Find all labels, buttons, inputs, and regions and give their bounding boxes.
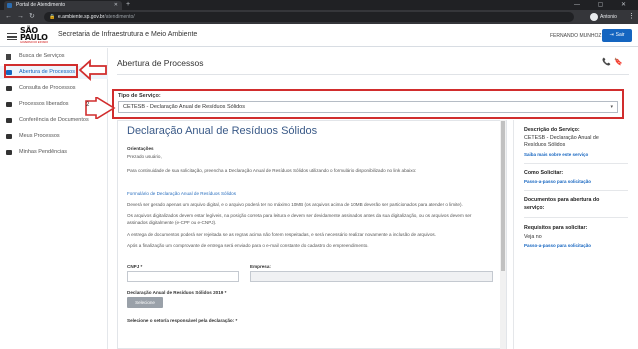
- setor-label: Selecione o setor/a responsável pela dec…: [127, 318, 238, 323]
- app-title: Secretaria de Infraestrutura e Meio Ambi…: [58, 31, 198, 38]
- divider: [524, 163, 628, 164]
- passo-a-passo-link[interactable]: Passo-a-passo para solicitação: [524, 179, 591, 184]
- cnpj-input[interactable]: [127, 271, 239, 282]
- sidebar-item-label: Minhas Pendências: [19, 149, 68, 155]
- browser-toolbar: ← → ↻ 🔒 e.ambiente.sp.gov.br/atendimento…: [0, 10, 638, 24]
- folder-icon: [6, 134, 12, 139]
- app-header: SÃO PAULO GOVERNO DO ESTADO Secretaria d…: [0, 24, 638, 47]
- prezado-text: Prezado usuário,: [127, 154, 162, 159]
- descricao-text: CETESB - Declaração Anual de: [524, 135, 599, 141]
- sidebar-item-meus-processos[interactable]: Meus Processos: [0, 130, 108, 143]
- annotation-highlight-box: [4, 64, 78, 78]
- profile-avatar-icon[interactable]: [590, 13, 598, 21]
- back-icon[interactable]: ←: [5, 11, 12, 23]
- sao-paulo-logo: SÃO PAULO GOVERNO DO ESTADO: [20, 26, 49, 45]
- selecione-file-button[interactable]: Selecione: [127, 297, 163, 308]
- lock-icon: 🔒: [49, 14, 56, 20]
- annotation-arrow-icon: [85, 97, 116, 119]
- logout-icon: ⇥: [609, 32, 614, 38]
- logout-button[interactable]: ⇥ Sair: [602, 29, 632, 42]
- instruction-text: Para continuidade de sua solicitação, pr…: [127, 168, 417, 173]
- empresa-field: [250, 271, 493, 282]
- folder-icon: [6, 118, 12, 123]
- requisitos-title: Requisitos para solicitar:: [524, 225, 588, 231]
- tipo-servico-value: CETESB - Declaração Anual de Resíduos Só…: [123, 104, 245, 110]
- browser-tab-bar: Portal de Atendimento ✕ + — ▢ ✕: [0, 0, 638, 10]
- form-heading: Declaração Anual de Resíduos Sólidos: [127, 125, 318, 137]
- document-icon: [6, 53, 11, 60]
- divider: [117, 74, 629, 75]
- annotation-arrow-icon: [78, 58, 107, 82]
- reload-icon[interactable]: ↻: [29, 11, 35, 23]
- sidebar: Busca de Serviços Abertura de Processos …: [0, 48, 108, 349]
- declaracao-label: Declaração Anual de Resíduos Sólidos 201…: [127, 290, 227, 295]
- rule-text: Os arquivos digitalizados devem estar le…: [127, 213, 472, 218]
- chevron-down-icon: ▾: [610, 104, 613, 110]
- address-bar[interactable]: 🔒 e.ambiente.sp.gov.br/atendimento/: [44, 12, 574, 22]
- orientacoes-heading: Orientações: [127, 146, 154, 151]
- user-name: FERNANDO MUNHOZ: [550, 33, 602, 39]
- hamburger-menu-icon[interactable]: [7, 33, 17, 40]
- sidebar-item-label: Processos liberados: [19, 101, 69, 107]
- passo-a-passo-link[interactable]: Passo-a-passo para solicitação: [524, 243, 591, 248]
- url-path: /atendimento/: [104, 14, 135, 20]
- rule-text: Após a finalização um comprovante de ent…: [127, 243, 369, 248]
- sidebar-item-label: Conferência de Documentos: [19, 117, 89, 123]
- browser-menu-icon[interactable]: ⋮: [628, 11, 635, 23]
- phone-icon[interactable]: 📞: [602, 58, 611, 66]
- rule-text: A entrega de documentos poderá ser rejei…: [127, 232, 436, 237]
- sidebar-item-consulta-processos[interactable]: Consulta de Processos: [0, 82, 108, 95]
- descricao-title: Descrição do Serviço:: [524, 127, 580, 133]
- profile-name[interactable]: Antonio: [600, 12, 617, 22]
- empresa-label: Empresa:: [250, 264, 271, 269]
- folder-icon: [6, 150, 12, 155]
- requisitos-text: Veja no: [524, 234, 542, 240]
- tipo-servico-label: Tipo de Serviço:: [118, 93, 161, 99]
- logout-label: Sair: [615, 32, 625, 38]
- browser-tab[interactable]: Portal de Atendimento ✕: [4, 1, 122, 10]
- favicon-icon: [7, 3, 12, 8]
- page-title: Abertura de Processos: [117, 58, 204, 68]
- sidebar-item-minhas-pendencias[interactable]: Minhas Pendências: [0, 146, 108, 159]
- tab-title: Portal de Atendimento: [16, 2, 66, 8]
- sidebar-item-label: Consulta de Processos: [19, 85, 76, 91]
- rule-text: assinados digitalmente (e-CPF ou e-CNPJ)…: [127, 220, 217, 225]
- url-host: e.ambiente.sp.gov.br: [58, 14, 105, 20]
- divider: [524, 190, 628, 191]
- formulario-link[interactable]: Formulário de Declaração Anual de Resídu…: [127, 191, 236, 196]
- folder-icon: [6, 102, 12, 107]
- close-tab-icon[interactable]: ✕: [114, 1, 118, 10]
- annotation-step-number: 2: [86, 102, 90, 108]
- rule-text: Deverá ser gerado apenas um arquivo digi…: [127, 202, 463, 207]
- forward-icon[interactable]: →: [17, 11, 24, 23]
- como-solicitar-title: Como Solicitar:: [524, 170, 564, 176]
- saiba-mais-link[interactable]: Saiba mais sobre este serviço: [524, 152, 588, 157]
- sidebar-item-label: Busca de Serviços: [19, 53, 65, 59]
- folder-icon: [6, 86, 12, 91]
- divider: [513, 120, 514, 349]
- window-controls[interactable]: — ▢ ✕: [574, 0, 634, 10]
- new-tab-icon[interactable]: +: [126, 1, 130, 9]
- documentos-title: Documentos para abertura do: [524, 197, 600, 203]
- sidebar-item-label: Meus Processos: [19, 133, 60, 139]
- form-scrollbar-thumb[interactable]: [501, 121, 505, 271]
- descricao-text: Resíduos Sólidos: [524, 142, 566, 148]
- divider: [524, 217, 628, 218]
- documentos-title: serviço:: [524, 205, 545, 211]
- tipo-servico-select[interactable]: CETESB - Declaração Anual de Resíduos Só…: [118, 101, 618, 113]
- bookmark-icon[interactable]: 🔖: [614, 58, 623, 66]
- cnpj-label: CNPJ *: [127, 264, 143, 269]
